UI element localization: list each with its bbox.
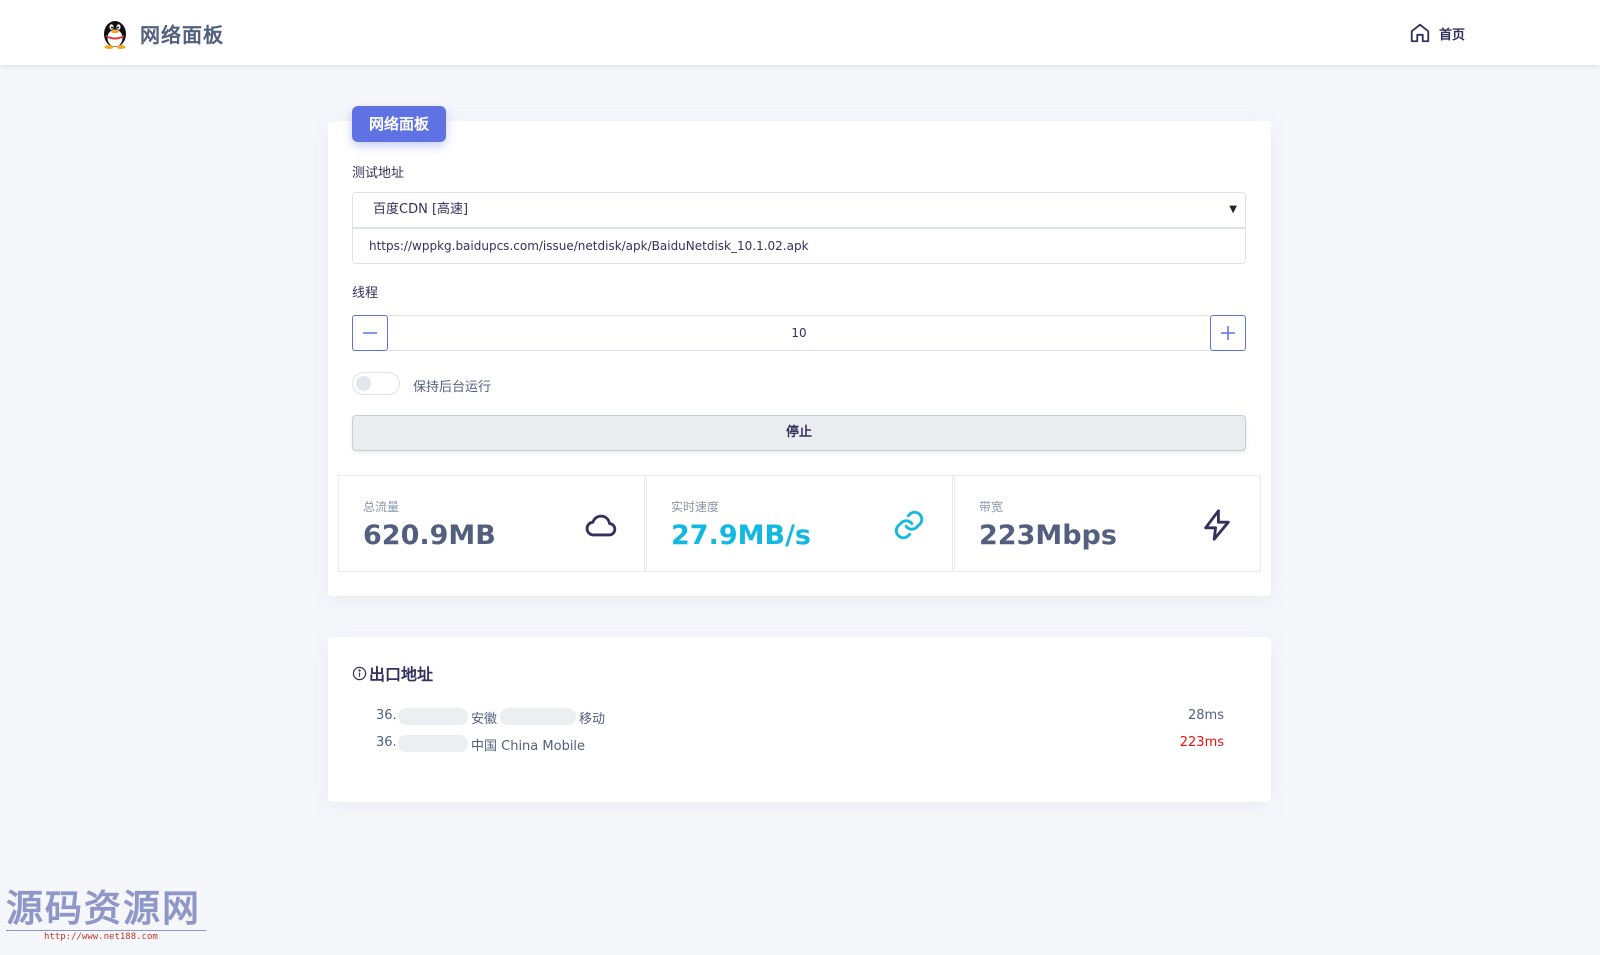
- ip-prefix: 36.: [376, 708, 397, 723]
- stop-button[interactable]: 停止: [352, 415, 1246, 451]
- cloud-icon: [585, 514, 617, 537]
- test-address-label: 测试地址: [352, 166, 405, 181]
- ip-isp: 移动: [579, 712, 606, 727]
- network-panel-card: 网络面板 测试地址 百度CDN [高速] ▼ https://wppkg.bai…: [328, 106, 1271, 596]
- ip-location: 安徽: [471, 712, 498, 727]
- stat-value: 620.9MB: [363, 520, 496, 551]
- toggle-knob: [356, 376, 371, 391]
- keep-background-toggle[interactable]: [352, 372, 400, 395]
- threads-decrement-button[interactable]: [352, 315, 388, 351]
- threads-value[interactable]: 10: [388, 315, 1210, 351]
- exit-address-title: 出口地址: [352, 661, 433, 685]
- home-icon: [1410, 23, 1430, 43]
- redacted-ip: [398, 708, 468, 725]
- test-url-input[interactable]: https://wppkg.baidupcs.com/issue/netdisk…: [352, 228, 1246, 264]
- lightning-icon: [1204, 509, 1230, 541]
- redacted-ip: [398, 735, 468, 752]
- watermark-url: http://www.net188.com: [44, 932, 158, 942]
- stat-value: 223Mbps: [979, 520, 1117, 551]
- stat-total-traffic: 总流量 620.9MB: [338, 475, 645, 572]
- stat-realtime-speed: 实时速度 27.9MB/s: [646, 475, 953, 572]
- ping-value: 28ms: [1188, 708, 1224, 723]
- panel-tag: 网络面板: [352, 106, 447, 142]
- stat-bandwidth: 带宽 223Mbps: [954, 475, 1261, 572]
- watermark-divider: [6, 930, 206, 931]
- threads-increment-button[interactable]: [1210, 315, 1246, 351]
- nav-home-label: 首页: [1439, 27, 1466, 43]
- caret-down-icon: ▼: [1229, 204, 1237, 215]
- stats-row: 总流量 620.9MB 实时速度 27.9MB/s 带宽 223Mbps: [338, 475, 1261, 572]
- stat-label: 实时速度: [671, 500, 720, 514]
- brand-title: 网络面板: [140, 22, 224, 47]
- test-source-selected: 百度CDN [高速]: [373, 202, 469, 217]
- watermark: 源码资源网 http://www.net188.com: [6, 888, 206, 942]
- ip-location: 中国 China Mobile: [471, 739, 586, 754]
- qq-penguin-icon: [104, 21, 126, 49]
- nav-home-link[interactable]: 首页: [1409, 22, 1465, 44]
- link-icon: [894, 510, 924, 540]
- keep-background-label: 保持后台运行: [413, 380, 492, 395]
- exit-address-title-text: 出口地址: [369, 665, 434, 684]
- threads-stepper: 10: [352, 315, 1246, 351]
- ping-value: 223ms: [1179, 735, 1224, 750]
- exit-address-card: 出口地址 36. 安徽 移动 28ms 36. 中国 China Mobile …: [328, 637, 1271, 802]
- exit-ip-row: 36. 安徽 移动 28ms: [376, 706, 1224, 728]
- top-navbar: 网络面板 首页: [0, 0, 1600, 65]
- info-icon: [352, 666, 367, 680]
- stat-label: 总流量: [363, 500, 400, 514]
- ip-prefix: 36.: [376, 735, 397, 750]
- exit-ip-row: 36. 中国 China Mobile 223ms: [376, 733, 1224, 755]
- brand[interactable]: 网络面板: [102, 17, 224, 49]
- minus-icon: [363, 332, 377, 334]
- plus-icon: [1221, 326, 1235, 340]
- stat-value: 27.9MB/s: [671, 520, 811, 551]
- redacted-region: [500, 708, 576, 725]
- watermark-title: 源码资源网: [6, 886, 201, 930]
- stat-label: 带宽: [979, 500, 1004, 514]
- test-source-select[interactable]: 百度CDN [高速] ▼: [352, 192, 1246, 228]
- threads-label: 线程: [352, 286, 379, 301]
